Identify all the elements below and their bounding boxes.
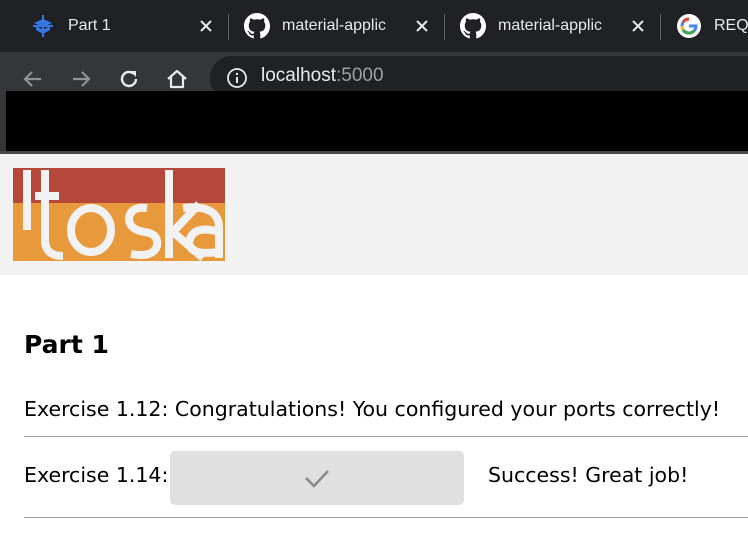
tab-part-1[interactable]: Part 1 — [0, 0, 228, 52]
forward-arrow-icon[interactable] — [68, 66, 94, 92]
tab-separator — [444, 14, 445, 40]
tab-title: Part 1 — [68, 17, 111, 34]
docusaurus-icon — [33, 15, 53, 37]
tab-title: REQ — [714, 17, 748, 34]
close-icon[interactable] — [630, 18, 646, 34]
tab-title: material-applic — [282, 17, 387, 34]
tab-title: material-applic — [498, 17, 603, 34]
home-icon[interactable] — [164, 66, 190, 92]
tab-req[interactable]: REQ — [662, 0, 748, 52]
reload-icon[interactable] — [116, 66, 142, 92]
github-icon — [460, 13, 486, 39]
info-icon[interactable] — [226, 67, 248, 89]
tab-material-applic-2[interactable]: material-applic — [446, 0, 660, 52]
close-icon[interactable] — [198, 18, 214, 34]
check-button[interactable] — [170, 451, 464, 505]
back-arrow-icon[interactable] — [20, 66, 46, 92]
address-url[interactable]: localhost:5000 — [261, 65, 384, 87]
redacted-bar — [6, 91, 748, 151]
close-icon[interactable] — [414, 18, 430, 34]
status-message: Success! Great job! — [488, 463, 689, 487]
logo — [13, 168, 225, 261]
divider — [24, 436, 748, 437]
check-icon — [305, 470, 329, 488]
exercise-1-14-label: Exercise 1.14: — [24, 463, 169, 487]
tab-strip: Part 1 material-applic material-applic R… — [0, 0, 748, 52]
tab-separator — [660, 14, 661, 40]
divider — [24, 517, 748, 518]
tab-separator — [228, 14, 229, 40]
github-icon — [244, 13, 270, 39]
google-icon — [677, 14, 701, 38]
url-host: localhost — [261, 65, 336, 86]
url-port: :5000 — [336, 65, 384, 86]
page-title: Part 1 — [24, 330, 109, 359]
exercise-1-12-text: Exercise 1.12: Congratulations! You conf… — [24, 397, 721, 421]
tab-material-applic-1[interactable]: material-applic — [230, 0, 444, 52]
